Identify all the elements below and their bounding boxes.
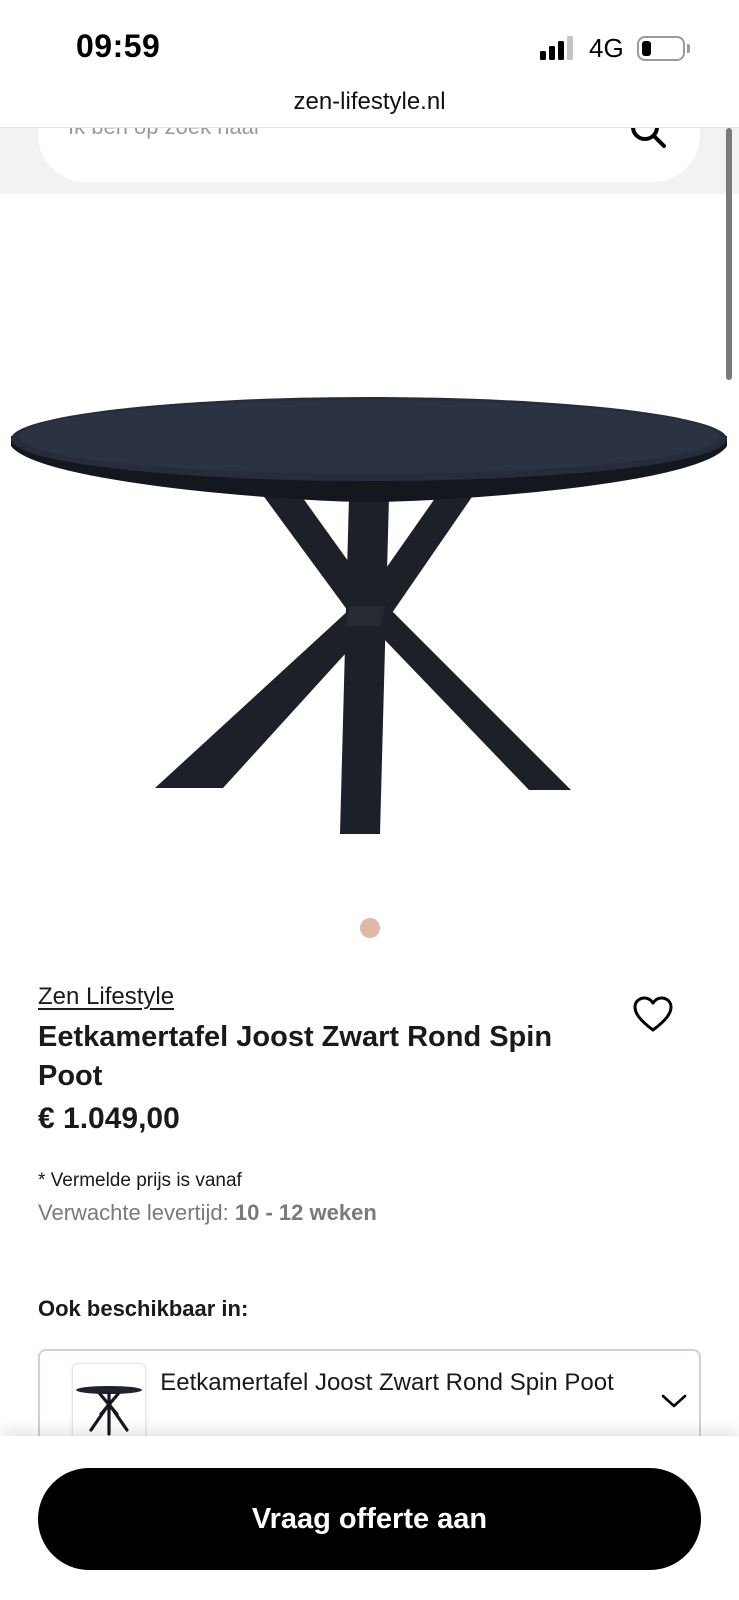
status-bar: 09:59 4G [0, 0, 739, 80]
search-section: Ik ben op zoek naar [0, 128, 739, 194]
variant-thumbnail [72, 1363, 146, 1447]
carousel-dot-active[interactable] [360, 918, 380, 938]
search-input[interactable]: Ik ben op zoek naar [38, 128, 700, 182]
delivery-time: Verwachte levertijd: 10 - 12 weken [38, 1200, 377, 1226]
variant-selected-label: Eetkamertafel Joost Zwart Rond Spin Poot [160, 1369, 614, 1396]
chevron-down-icon [661, 1394, 687, 1408]
brand-link[interactable]: Zen Lifestyle [38, 983, 174, 1011]
heart-icon[interactable] [633, 996, 673, 1034]
address-bar[interactable]: zen-lifestyle.nl [0, 80, 739, 128]
delivery-label: Verwachte levertijd: [38, 1200, 229, 1225]
product-title: Eetkamertafel Joost Zwart Rond Spin Poot [38, 1021, 553, 1092]
status-time: 09:59 [76, 28, 161, 64]
variants-heading: Ook beschikbaar in: [38, 1296, 249, 1321]
network-label: 4G [589, 33, 624, 63]
url-text: zen-lifestyle.nl [293, 88, 446, 115]
battery-icon [637, 36, 685, 61]
sticky-cta-bar: Vraag offerte aan [0, 1436, 739, 1600]
request-quote-button[interactable]: Vraag offerte aan [38, 1468, 701, 1570]
signal-icon [540, 36, 578, 60]
product-image[interactable] [0, 194, 739, 870]
search-icon[interactable] [628, 128, 668, 150]
price-note: * Vermelde prijs is vanaf [38, 1170, 242, 1191]
product-price: € 1.049,00 [38, 1102, 180, 1135]
delivery-value: 10 - 12 weken [234, 1200, 377, 1225]
search-placeholder: Ik ben op zoek naar [68, 128, 261, 140]
battery-nub [687, 44, 690, 53]
table-illustration [11, 397, 727, 834]
